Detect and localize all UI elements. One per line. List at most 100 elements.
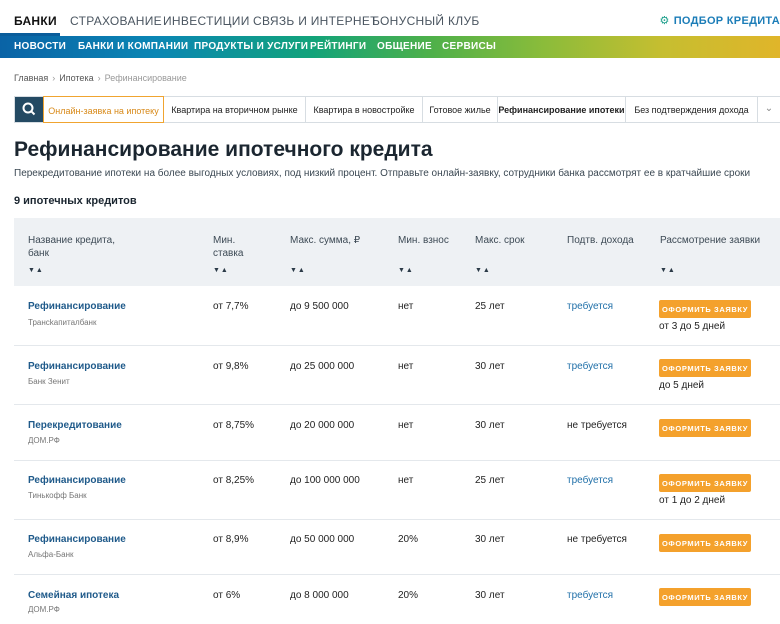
sort-arrows-icon[interactable]: ▼▲ (475, 267, 491, 274)
search-icon (22, 102, 36, 116)
section-nav-news[interactable]: НОВОСТИ (14, 41, 66, 52)
header-rate: Мин. ставка (213, 235, 244, 259)
income-proof: требуется (567, 301, 614, 312)
breadcrumb-current: Рефинансирование (104, 73, 187, 83)
results-count: 9 ипотечных кредитов (14, 195, 137, 207)
max-sum: до 50 000 000 (290, 534, 355, 545)
bank-name: ДОМ.РФ (28, 605, 60, 614)
max-sum: до 100 000 000 (290, 475, 360, 486)
credit-pick-label: ПОДБОР КРЕДИТА (673, 15, 780, 27)
tab-new-building[interactable]: Квартира в новостройке (306, 97, 423, 122)
min-rate: от 7,7% (213, 301, 249, 312)
apply-button[interactable]: ОФОРМИТЬ ЗАЯВКУ (659, 300, 751, 318)
apply-button[interactable]: ОФОРМИТЬ ЗАЯВКУ (659, 474, 751, 492)
section-nav-banks[interactable]: БАНКИ И КОМПАНИИ (78, 41, 188, 52)
bank-name: ДОМ.РФ (28, 436, 60, 445)
tab-no-income-proof[interactable]: Без подтверждения дохода (626, 97, 758, 122)
header-name: Название кредита, банк (28, 235, 115, 259)
max-term: 25 лет (475, 475, 505, 486)
credit-name-link[interactable]: Рефинансирование (28, 475, 126, 486)
section-nav-community[interactable]: ОБЩЕНИЕ (377, 41, 432, 52)
tab-ready-housing[interactable]: Готовое жилье (423, 97, 498, 122)
max-term: 25 лет (475, 301, 505, 312)
sort-arrows-icon[interactable]: ▼▲ (398, 267, 414, 274)
credit-name-link[interactable]: Рефинансирование (28, 361, 126, 372)
review-time: от 1 до 2 дней (659, 495, 726, 506)
tab-secondary-market[interactable]: Квартира на вторичном рынке (164, 97, 306, 122)
page-title: Рефинансирование ипотечного кредита (14, 138, 433, 161)
table-row: Перекредитование ДОМ.РФ от 8,75% до 20 0… (14, 405, 780, 461)
header-income: Подтв. дохода (567, 235, 634, 246)
section-nav: НОВОСТИ БАНКИ И КОМПАНИИ ПРОДУКТЫ И УСЛУ… (0, 36, 780, 58)
down-payment: 20% (398, 534, 419, 545)
header-review: Рассмотрение заявки (660, 235, 761, 246)
breadcrumb-home[interactable]: Главная (14, 73, 48, 83)
table-header: Название кредита, банк Мин. ставка Макс. с… (14, 218, 780, 286)
top-nav: БАНКИ СТРАХОВАНИЕ ИНВЕСТИЦИИ СВЯЗЬ И ИНТ… (0, 0, 780, 36)
chevron-down-icon: ⌄ (764, 103, 774, 114)
apply-button[interactable]: ОФОРМИТЬ ЗАЯВКУ (659, 534, 751, 552)
bank-name: Банк Зенит (28, 377, 70, 386)
section-nav-products[interactable]: ПРОДУКТЫ И УСЛУГИ (194, 41, 308, 52)
down-payment: нет (398, 420, 414, 431)
credit-name-link[interactable]: Перекредитование (28, 420, 122, 431)
bank-name: Альфа-Банк (28, 550, 74, 559)
down-payment: нет (398, 301, 414, 312)
header-sum: Макс. сумма, ₽ (290, 235, 361, 246)
breadcrumb-mortgage[interactable]: Ипотека (59, 73, 93, 83)
header-down-payment: Мин. взнос (398, 235, 449, 246)
top-nav-insurance[interactable]: СТРАХОВАНИЕ (70, 14, 162, 28)
down-payment: нет (398, 475, 414, 486)
table-row: Рефинансирование Тинькофф Банк от 8,25% … (14, 461, 780, 520)
min-rate: от 9,8% (213, 361, 249, 372)
filter-tabs: Онлайн-заявка на ипотеку Квартира на вто… (14, 96, 780, 123)
apply-button[interactable]: ОФОРМИТЬ ЗАЯВКУ (659, 419, 751, 437)
income-proof: требуется (567, 361, 614, 372)
section-nav-ratings[interactable]: РЕЙТИНГИ (310, 41, 366, 52)
apply-button[interactable]: ОФОРМИТЬ ЗАЯВКУ (659, 359, 751, 377)
table-row: Рефинансирование Банк Зенит от 9,8% до 2… (14, 346, 780, 405)
search-button[interactable] (15, 97, 43, 122)
max-term: 30 лет (475, 534, 505, 545)
min-rate: от 6% (213, 590, 241, 601)
tab-refinancing[interactable]: Рефинансирование ипотеки (498, 97, 626, 122)
sort-arrows-icon[interactable]: ▼▲ (290, 267, 306, 274)
breadcrumb: Главная › Ипотека › Рефинансирование (14, 73, 187, 83)
table-row: Рефинансирование Трансkапиталбанк от 7,7… (14, 287, 780, 346)
income-proof: не требуется (567, 534, 627, 545)
page-subtitle: Перекредитование ипотеки на более выгодн… (14, 168, 751, 179)
max-sum: до 25 000 000 (290, 361, 355, 372)
max-sum: до 8 000 000 (290, 590, 349, 601)
max-sum: до 20 000 000 (290, 420, 355, 431)
max-sum: до 9 500 000 (290, 301, 349, 312)
top-nav-telecom[interactable]: СВЯЗЬ И ИНТЕРНЕТ (253, 14, 378, 28)
credit-name-link[interactable]: Семейная ипотека (28, 590, 119, 601)
sort-arrows-icon[interactable]: ▼▲ (660, 267, 676, 274)
min-rate: от 8,9% (213, 534, 249, 545)
table-row: Рефинансирование Альфа-Банк от 8,9% до 5… (14, 520, 780, 575)
tab-online-application[interactable]: Онлайн-заявка на ипотеку (43, 96, 164, 123)
down-payment: 20% (398, 590, 419, 601)
section-nav-services[interactable]: СЕРВИСЫ (442, 41, 496, 52)
more-tabs-button[interactable]: ⌄ (758, 97, 780, 122)
min-rate: от 8,25% (213, 475, 255, 486)
top-nav-bonus-club[interactable]: БОНУСНЫЙ КЛУБ (372, 14, 480, 28)
income-proof: требуется (567, 590, 614, 601)
header-term: Макс. срок (475, 235, 525, 246)
credit-pick-link[interactable]: ⚙ ПОДБОР КРЕДИТА (660, 14, 780, 27)
review-time: до 5 дней (659, 380, 705, 391)
table-row: Семейная ипотека ДОМ.РФ от 6% до 8 000 0… (14, 575, 780, 624)
top-nav-banks[interactable]: БАНКИ (14, 14, 57, 28)
gear-icon: ⚙ (659, 15, 670, 27)
credit-name-link[interactable]: Рефинансирование (28, 301, 126, 312)
sort-arrows-icon[interactable]: ▼▲ (28, 267, 44, 274)
sort-arrows-icon[interactable]: ▼▲ (213, 267, 229, 274)
apply-button[interactable]: ОФОРМИТЬ ЗАЯВКУ (659, 588, 751, 606)
down-payment: нет (398, 361, 414, 372)
max-term: 30 лет (475, 361, 505, 372)
max-term: 30 лет (475, 420, 505, 431)
bank-name: Трансkапиталбанк (28, 318, 97, 327)
review-time: от 3 до 5 дней (659, 321, 726, 332)
credit-name-link[interactable]: Рефинансирование (28, 534, 126, 545)
top-nav-investments[interactable]: ИНВЕСТИЦИИ (163, 14, 250, 28)
